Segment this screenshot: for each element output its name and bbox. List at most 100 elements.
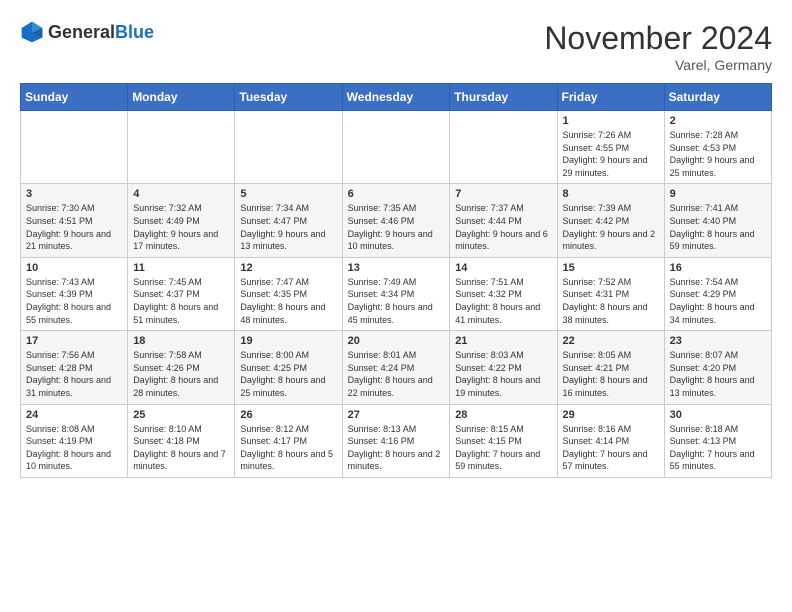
weekday-header: Tuesday [235,84,342,111]
day-number: 29 [563,409,659,421]
day-number: 11 [133,262,229,274]
day-info: Sunrise: 8:16 AMSunset: 4:14 PMDaylight:… [563,423,659,473]
day-info: Sunrise: 7:45 AMSunset: 4:37 PMDaylight:… [133,276,229,326]
page-header: GeneralBlue November 2024 Varel, Germany [20,20,772,73]
day-number: 2 [670,115,766,127]
day-number: 1 [563,115,659,127]
calendar-cell: 30 Sunrise: 8:18 AMSunset: 4:13 PMDayligh… [664,404,771,477]
calendar-cell: 12 Sunrise: 7:47 AMSunset: 4:35 PMDayligh… [235,257,342,330]
calendar-week-row: 3 Sunrise: 7:30 AMSunset: 4:51 PMDaylight… [21,184,772,257]
calendar-cell: 23 Sunrise: 8:07 AMSunset: 4:20 PMDayligh… [664,331,771,404]
day-number: 27 [348,409,445,421]
day-info: Sunrise: 7:52 AMSunset: 4:31 PMDaylight:… [563,276,659,326]
calendar-cell: 15Sunrise: 7:52 AMSunset: 4:31 PMDayligh… [557,257,664,330]
day-number: 4 [133,188,229,200]
calendar-cell: 27 Sunrise: 8:13 AMSunset: 4:16 PMDayligh… [342,404,450,477]
day-info: Sunrise: 7:43 AMSunset: 4:39 PMDaylight:… [26,276,122,326]
calendar-week-row: 24Sunrise: 8:08 AMSunset: 4:19 PMDayligh… [21,404,772,477]
weekday-header: Thursday [450,84,557,111]
day-info: Sunrise: 7:26 AMSunset: 4:55 PMDaylight:… [563,129,659,179]
day-number: 17 [26,335,122,347]
calendar-cell: 26Sunrise: 8:12 AMSunset: 4:17 PMDayligh… [235,404,342,477]
calendar-cell: 21 Sunrise: 8:03 AMSunset: 4:22 PMDayligh… [450,331,557,404]
calendar-cell [342,111,450,184]
calendar-cell: 20Sunrise: 8:01 AMSunset: 4:24 PMDayligh… [342,331,450,404]
day-info: Sunrise: 8:08 AMSunset: 4:19 PMDaylight:… [26,423,122,473]
calendar-cell: 10 Sunrise: 7:43 AMSunset: 4:39 PMDayligh… [21,257,128,330]
day-number: 30 [670,409,766,421]
day-info: Sunrise: 8:15 AMSunset: 4:15 PMDaylight:… [455,423,551,473]
day-number: 21 [455,335,551,347]
calendar-cell: 6Sunrise: 7:35 AMSunset: 4:46 PMDaylight… [342,184,450,257]
calendar-week-row: 10 Sunrise: 7:43 AMSunset: 4:39 PMDayligh… [21,257,772,330]
weekday-header: Wednesday [342,84,450,111]
calendar-week-row: 17 Sunrise: 7:56 AMSunset: 4:28 PMDayligh… [21,331,772,404]
day-info: Sunrise: 7:39 AMSunset: 4:42 PMDaylight:… [563,202,659,252]
calendar-cell [235,111,342,184]
day-info: Sunrise: 7:51 AMSunset: 4:32 PMDaylight:… [455,276,551,326]
calendar-cell: 19 Sunrise: 8:00 AMSunset: 4:25 PMDayligh… [235,331,342,404]
day-info: Sunrise: 7:56 AMSunset: 4:28 PMDaylight:… [26,349,122,399]
calendar-cell: 7Sunrise: 7:37 AMSunset: 4:44 PMDaylight… [450,184,557,257]
day-number: 9 [670,188,766,200]
day-info: Sunrise: 7:30 AMSunset: 4:51 PMDaylight:… [26,202,122,252]
day-number: 14 [455,262,551,274]
day-info: Sunrise: 8:05 AMSunset: 4:21 PMDaylight:… [563,349,659,399]
day-info: Sunrise: 8:01 AMSunset: 4:24 PMDaylight:… [348,349,445,399]
calendar-cell: 28 Sunrise: 8:15 AMSunset: 4:15 PMDayligh… [450,404,557,477]
day-number: 10 [26,262,122,274]
calendar-cell: 22 Sunrise: 8:05 AMSunset: 4:21 PMDayligh… [557,331,664,404]
calendar-cell: 25Sunrise: 8:10 AMSunset: 4:18 PMDayligh… [128,404,235,477]
calendar-cell: 14 Sunrise: 7:51 AMSunset: 4:32 PMDayligh… [450,257,557,330]
day-number: 19 [240,335,336,347]
day-info: Sunrise: 7:41 AMSunset: 4:40 PMDaylight:… [670,202,766,252]
day-info: Sunrise: 7:47 AMSunset: 4:35 PMDaylight:… [240,276,336,326]
day-number: 28 [455,409,551,421]
calendar-cell: 18 Sunrise: 7:58 AMSunset: 4:26 PMDayligh… [128,331,235,404]
calendar-header-row: SundayMondayTuesdayWednesdayThursdayFrid… [21,84,772,111]
calendar-cell: 5Sunrise: 7:34 AMSunset: 4:47 PMDaylight… [235,184,342,257]
day-info: Sunrise: 7:49 AMSunset: 4:34 PMDaylight:… [348,276,445,326]
weekday-header: Sunday [21,84,128,111]
day-number: 12 [240,262,336,274]
weekday-header: Monday [128,84,235,111]
day-number: 25 [133,409,229,421]
day-number: 16 [670,262,766,274]
weekday-header: Friday [557,84,664,111]
location-text: Varel, Germany [544,57,772,73]
day-info: Sunrise: 8:13 AMSunset: 4:16 PMDaylight:… [348,423,445,473]
calendar-cell: 24Sunrise: 8:08 AMSunset: 4:19 PMDayligh… [21,404,128,477]
calendar-cell [21,111,128,184]
day-number: 7 [455,188,551,200]
calendar-cell: 8Sunrise: 7:39 AMSunset: 4:42 PMDaylight… [557,184,664,257]
day-info: Sunrise: 8:18 AMSunset: 4:13 PMDaylight:… [670,423,766,473]
calendar-table: SundayMondayTuesdayWednesdayThursdayFrid… [20,83,772,478]
calendar-cell: 2 Sunrise: 7:28 AMSunset: 4:53 PMDaylight… [664,111,771,184]
calendar-cell: 16Sunrise: 7:54 AMSunset: 4:29 PMDayligh… [664,257,771,330]
calendar-cell: 17 Sunrise: 7:56 AMSunset: 4:28 PMDayligh… [21,331,128,404]
day-info: Sunrise: 7:35 AMSunset: 4:46 PMDaylight:… [348,202,445,252]
day-number: 3 [26,188,122,200]
day-info: Sunrise: 8:03 AMSunset: 4:22 PMDaylight:… [455,349,551,399]
day-number: 18 [133,335,229,347]
logo-icon [20,20,44,44]
calendar-cell [450,111,557,184]
day-info: Sunrise: 8:00 AMSunset: 4:25 PMDaylight:… [240,349,336,399]
day-info: Sunrise: 7:58 AMSunset: 4:26 PMDaylight:… [133,349,229,399]
day-info: Sunrise: 7:34 AMSunset: 4:47 PMDaylight:… [240,202,336,252]
day-number: 22 [563,335,659,347]
weekday-header: Saturday [664,84,771,111]
day-info: Sunrise: 8:12 AMSunset: 4:17 PMDaylight:… [240,423,336,473]
month-title: November 2024 [544,20,772,57]
logo-general-text: General [48,22,115,42]
day-number: 23 [670,335,766,347]
calendar-cell: 9 Sunrise: 7:41 AMSunset: 4:40 PMDaylight… [664,184,771,257]
calendar-cell [128,111,235,184]
day-info: Sunrise: 8:07 AMSunset: 4:20 PMDaylight:… [670,349,766,399]
calendar-cell: 13Sunrise: 7:49 AMSunset: 4:34 PMDayligh… [342,257,450,330]
calendar-cell: 1 Sunrise: 7:26 AMSunset: 4:55 PMDaylight… [557,111,664,184]
day-info: Sunrise: 7:28 AMSunset: 4:53 PMDaylight:… [670,129,766,179]
logo-blue-text: Blue [115,22,154,42]
calendar-cell: 29 Sunrise: 8:16 AMSunset: 4:14 PMDayligh… [557,404,664,477]
title-area: November 2024 Varel, Germany [544,20,772,73]
